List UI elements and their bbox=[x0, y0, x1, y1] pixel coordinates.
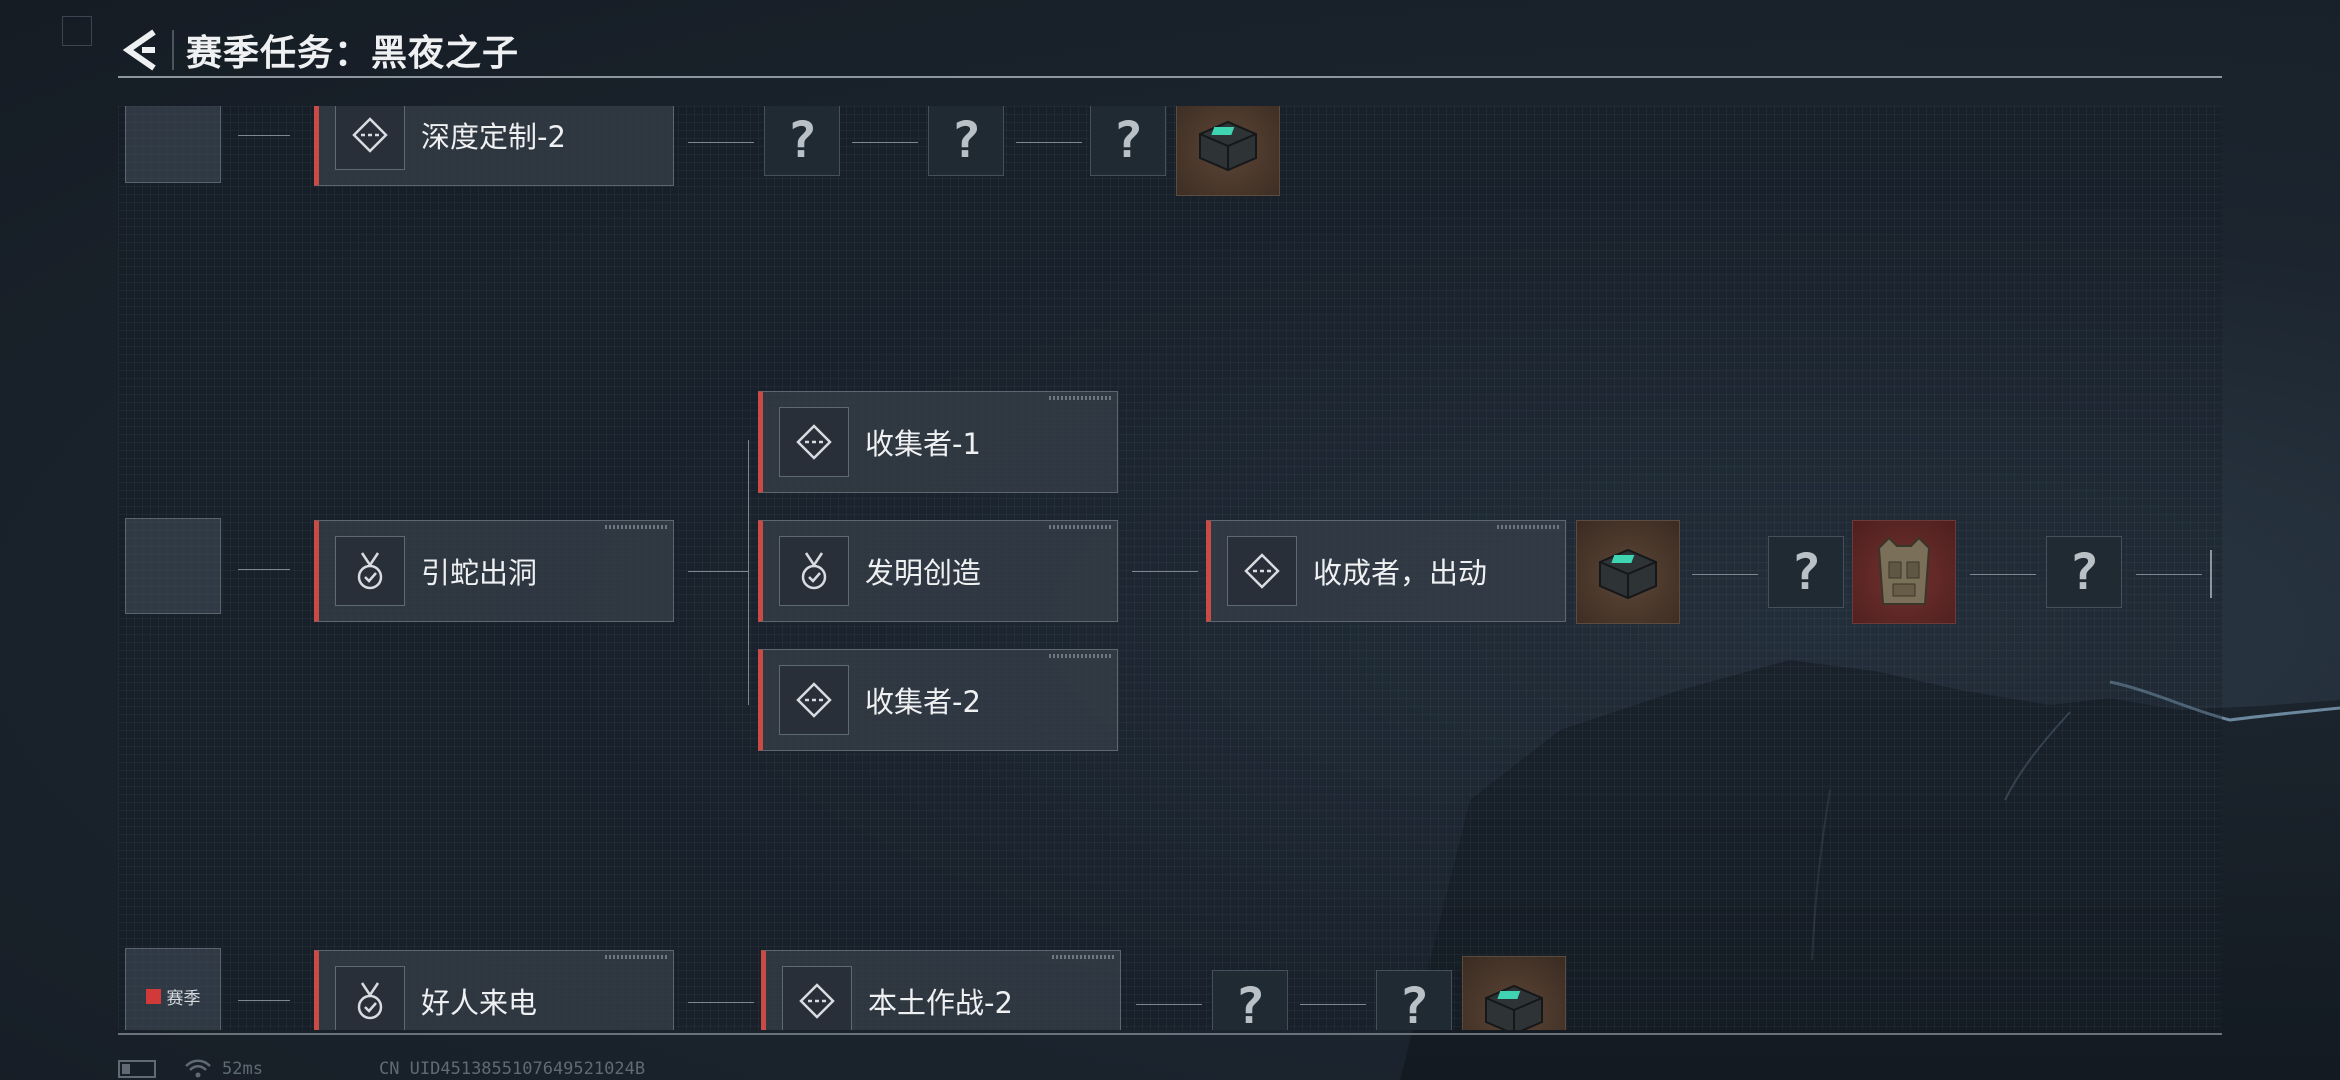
connector-line bbox=[688, 571, 748, 572]
connector-line bbox=[1692, 574, 1758, 575]
task-node-good-call[interactable]: 好人来电 bbox=[314, 950, 674, 1030]
status-bar: 52ms CN UID4513855107649521024B bbox=[118, 1058, 645, 1080]
locked-node[interactable]: ? bbox=[1376, 970, 1452, 1030]
season-marker bbox=[145, 988, 161, 1004]
locked-node[interactable]: ? bbox=[764, 106, 840, 176]
task-node-deep-custom-2[interactable]: 深度定制-2 bbox=[314, 106, 674, 186]
task-tree-panel[interactable]: 深度定制-2 ? ? ? 引蛇出洞 收集者-1 发明创造 收集者-2 收成者，出… bbox=[118, 106, 2222, 1030]
back-button[interactable] bbox=[118, 22, 162, 78]
task-node-collector-2[interactable]: 收集者-2 bbox=[758, 649, 1118, 751]
medal-check-icon bbox=[335, 536, 405, 606]
locked-node[interactable]: ? bbox=[1090, 106, 1166, 176]
branch-connector bbox=[748, 440, 749, 705]
connector-line bbox=[2136, 574, 2202, 575]
season-tag-label: 赛季 bbox=[166, 988, 201, 1009]
connector-line bbox=[1136, 1004, 1202, 1005]
wifi-icon bbox=[185, 1059, 211, 1078]
connector-line bbox=[1132, 571, 1198, 572]
medal-check-icon bbox=[335, 966, 405, 1030]
task-label: 收集者-1 bbox=[865, 427, 981, 461]
back-arrow-icon bbox=[122, 29, 156, 71]
ammo-case-icon bbox=[1199, 120, 1257, 172]
start-node-top bbox=[125, 106, 221, 183]
task-node-lure-out[interactable]: 引蛇出洞 bbox=[314, 520, 674, 622]
header-divider bbox=[118, 76, 2222, 78]
connector-line bbox=[1970, 574, 2036, 575]
page-header: 赛季任务：黑夜之子 bbox=[118, 22, 519, 78]
task-node-invention[interactable]: 发明创造 bbox=[758, 520, 1118, 622]
route-diamond-icon bbox=[779, 407, 849, 477]
medal-check-icon bbox=[779, 536, 849, 606]
ammo-case-icon bbox=[1599, 548, 1657, 600]
season-tag-node: 赛季 bbox=[125, 948, 221, 1030]
task-node-homeland-2[interactable]: 本土作战-2 bbox=[761, 950, 1121, 1030]
task-node-harvester-go[interactable]: 收成者，出动 bbox=[1206, 520, 1566, 622]
task-node-collector-1[interactable]: 收集者-1 bbox=[758, 391, 1118, 493]
locked-node[interactable]: ? bbox=[1768, 536, 1844, 608]
reward-ammo-case[interactable] bbox=[1176, 106, 1280, 196]
route-diamond-icon bbox=[1227, 536, 1297, 606]
armor-vest-icon bbox=[1877, 536, 1931, 605]
route-diamond-icon bbox=[335, 106, 405, 170]
reward-ammo-case[interactable] bbox=[1462, 956, 1566, 1030]
connector-line bbox=[1016, 142, 1082, 143]
connector-line bbox=[852, 142, 918, 143]
corner-frame-mark bbox=[62, 16, 92, 46]
task-label: 发明创造 bbox=[865, 556, 982, 590]
locked-node[interactable]: ? bbox=[1212, 970, 1288, 1030]
connector-line bbox=[688, 1002, 754, 1003]
locked-node[interactable]: ? bbox=[928, 106, 1004, 176]
task-label: 收成者，出动 bbox=[1313, 556, 1488, 590]
route-diamond-icon bbox=[779, 665, 849, 735]
connector-line bbox=[238, 1000, 290, 1001]
connector-line bbox=[238, 135, 290, 136]
start-node-middle bbox=[125, 518, 221, 614]
task-label: 好人来电 bbox=[421, 986, 538, 1020]
route-diamond-icon bbox=[782, 966, 852, 1030]
reward-armor-vest[interactable] bbox=[1852, 520, 1956, 624]
task-label: 本土作战-2 bbox=[868, 986, 1013, 1020]
connector-line bbox=[1300, 1004, 1366, 1005]
page-title: 赛季任务：黑夜之子 bbox=[186, 33, 520, 74]
ping-readout: 52ms bbox=[222, 1059, 263, 1079]
reward-ammo-case[interactable] bbox=[1576, 520, 1680, 624]
task-label: 深度定制-2 bbox=[421, 120, 566, 154]
row-end-marker bbox=[2210, 550, 2212, 598]
user-uid: CN UID4513855107649521024B bbox=[378, 1059, 646, 1079]
header-separator bbox=[172, 30, 174, 70]
battery-icon bbox=[118, 1060, 156, 1078]
task-label: 引蛇出洞 bbox=[421, 556, 538, 590]
ammo-case-icon bbox=[1485, 984, 1543, 1030]
locked-node[interactable]: ? bbox=[2046, 536, 2122, 608]
footer-divider bbox=[118, 1033, 2222, 1035]
connector-line bbox=[688, 142, 754, 143]
task-label: 收集者-2 bbox=[865, 685, 981, 719]
connector-line bbox=[238, 569, 290, 570]
